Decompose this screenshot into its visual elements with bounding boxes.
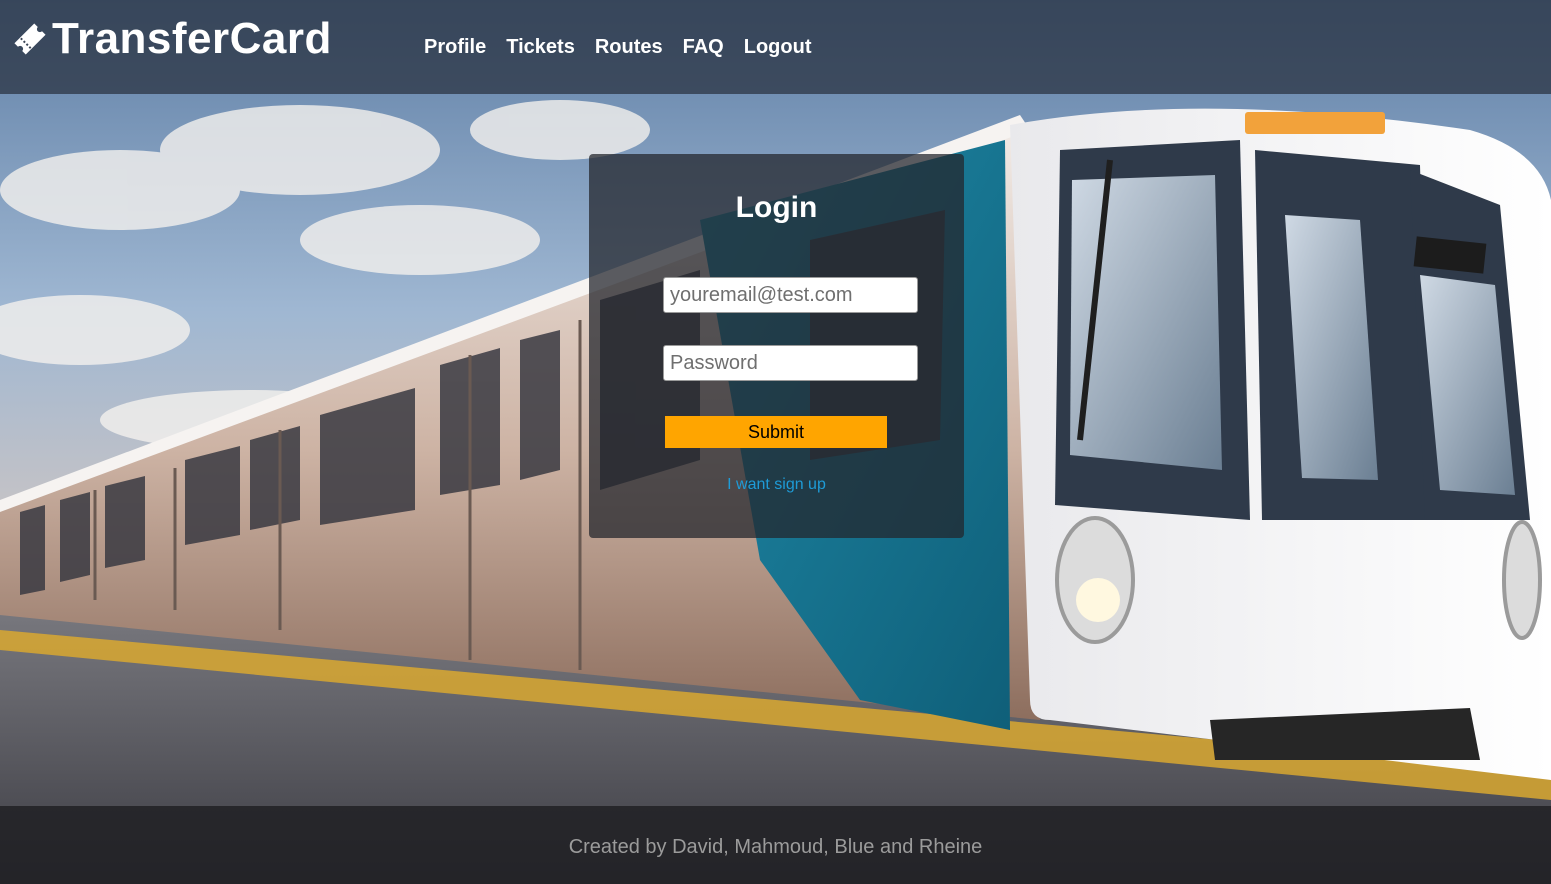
submit-button[interactable]: Submit: [665, 416, 887, 448]
top-navbar: TransferCard Profile Tickets Routes FAQ …: [0, 0, 1551, 94]
nav-tickets-link[interactable]: Tickets: [496, 30, 585, 64]
page: TransferCard Profile Tickets Routes FAQ …: [0, 0, 1551, 884]
nav-routes-link[interactable]: Routes: [585, 30, 673, 64]
ticket-icon: [10, 19, 50, 59]
nav-faq-link[interactable]: FAQ: [673, 30, 734, 64]
password-input[interactable]: [663, 345, 918, 381]
login-title: Login: [735, 191, 818, 224]
login-panel: Login Submit I want sign up: [589, 154, 964, 538]
brand-name: TransferCard: [52, 14, 332, 63]
email-input[interactable]: [663, 277, 918, 313]
signup-link[interactable]: I want sign up: [589, 474, 964, 496]
nav-profile-link[interactable]: Profile: [414, 30, 496, 64]
brand-logo-link[interactable]: TransferCard: [10, 12, 332, 66]
footer-credits: Created by David, Mahmoud, Blue and Rhei…: [568, 836, 983, 858]
main-nav: Profile Tickets Routes FAQ Logout: [414, 30, 822, 64]
footer: Created by David, Mahmoud, Blue and Rhei…: [0, 806, 1551, 884]
nav-logout-link[interactable]: Logout: [734, 30, 822, 64]
